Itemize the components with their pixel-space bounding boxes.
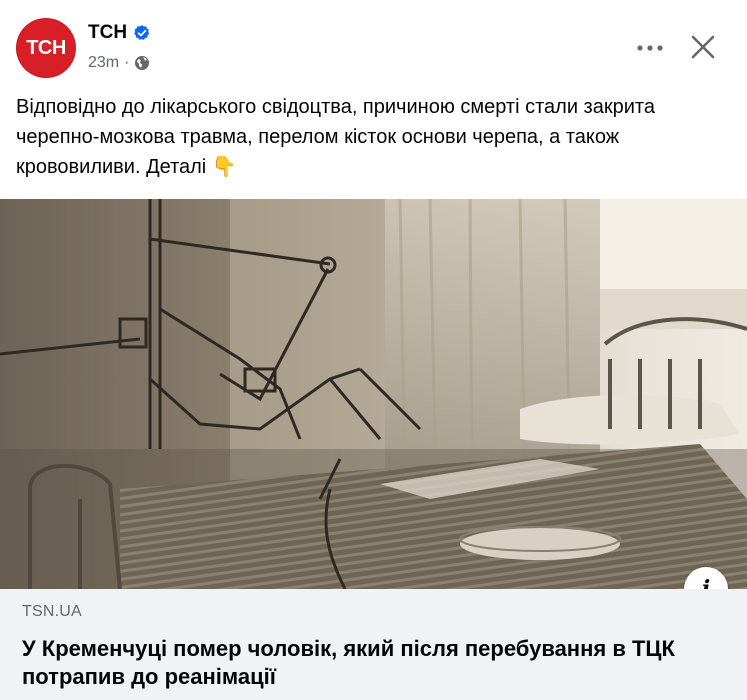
link-preview-card[interactable]: TSN.UA У Кременчуці помер чоловік, який …	[0, 589, 747, 700]
post-message: Відповідно до лікарського свідоцтва, при…	[16, 96, 655, 178]
post-timestamp[interactable]: 23m	[88, 54, 119, 72]
page-avatar[interactable]: ТСН	[16, 18, 76, 78]
verified-badge-icon	[134, 25, 150, 40]
close-icon	[691, 35, 715, 59]
page-name-row: ТСН	[88, 22, 151, 44]
link-headline[interactable]: У Кременчуці помер чоловік, який після п…	[22, 635, 722, 691]
page-name-link[interactable]: ТСН	[88, 22, 127, 44]
more-options-icon	[637, 45, 663, 51]
globe-icon	[135, 56, 150, 70]
close-button[interactable]	[683, 27, 723, 67]
link-preview-image[interactable]	[0, 199, 747, 589]
meta-separator: ·	[124, 54, 130, 71]
hospital-room-photo	[0, 199, 747, 589]
more-options-button[interactable]	[630, 28, 670, 68]
avatar-logo-text: ТСН	[26, 36, 66, 59]
post-meta: 23m ·	[88, 54, 150, 72]
link-domain: TSN.UA	[22, 603, 82, 620]
post-header: ТСН ТСН 23m ·	[0, 0, 747, 90]
